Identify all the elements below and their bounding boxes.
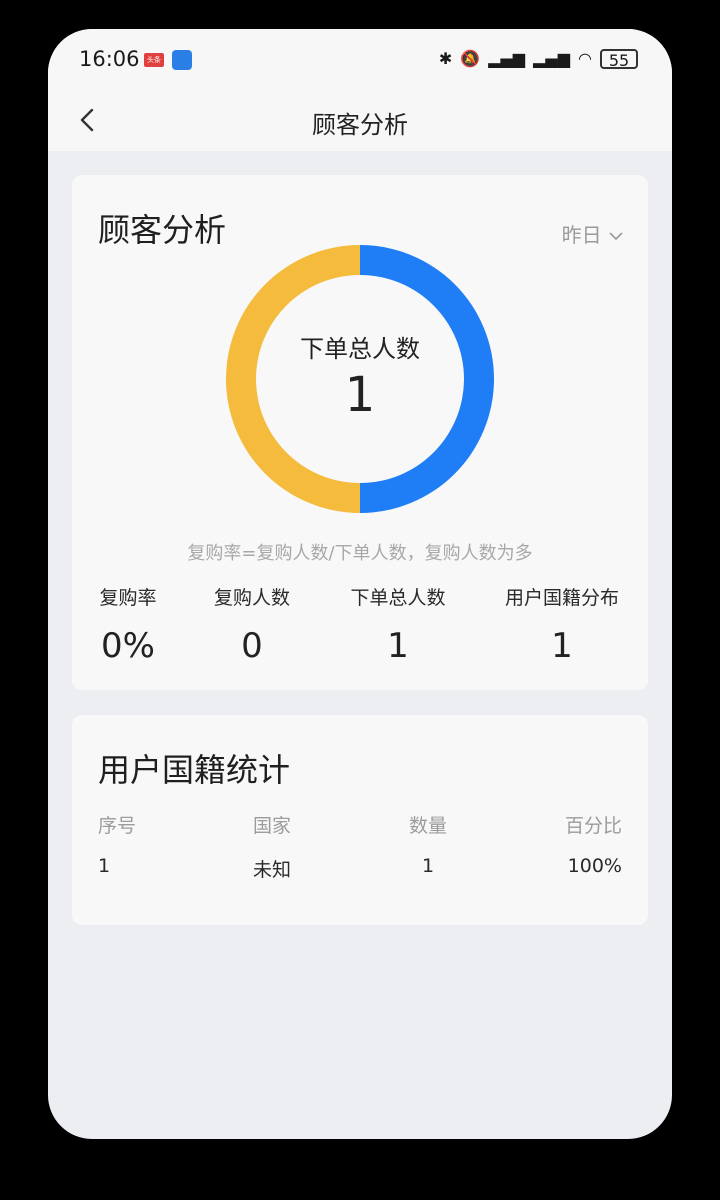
table-row: 1 未知 1 100% — [98, 855, 622, 899]
card-title: 顾客分析 — [98, 211, 227, 249]
metric-label: 复购人数 — [213, 587, 290, 609]
column-header: 数量 — [408, 815, 447, 837]
hd-signal-icon: ▂▄▆ — [533, 49, 571, 68]
metric-repurchase-count: 复购人数 0 — [212, 583, 292, 666]
metric-label: 复购率 — [99, 587, 157, 609]
hd-signal-icon: ▂▄▆ — [488, 49, 526, 68]
mute-icon: 🔕 — [460, 49, 481, 68]
metric-nationality-dist: 用户国籍分布 1 — [502, 583, 622, 666]
column-header: 序号 — [98, 815, 137, 837]
metric-value: 1 — [551, 626, 573, 666]
chevron-down-svg — [609, 232, 623, 241]
metric-label: 下单总人数 — [350, 587, 446, 609]
nationality-card: 用户国籍统计 序号 国家 数量 百分比 1 未知 1 100% — [72, 715, 648, 925]
card-title: 用户国籍统计 — [98, 751, 291, 789]
status-bar: 16:06 头条 ✱ 🔕 ▂▄▆ ▂▄▆ ◠ 55 — [48, 29, 672, 91]
donut-label: 下单总人数 — [300, 335, 420, 363]
app-notification-icon — [172, 50, 192, 70]
column-header: 国家 — [252, 815, 291, 837]
table-cell: 1 — [98, 855, 111, 877]
metric-total-orders: 下单总人数 1 — [348, 583, 448, 666]
column-header: 百分比 — [564, 815, 622, 837]
table-header: 序号 国家 数量 百分比 — [98, 811, 622, 855]
metric-label: 用户国籍分布 — [504, 587, 619, 609]
news-app-icon: 头条 — [144, 53, 164, 67]
metric-repurchase-rate: 复购率 0% — [98, 583, 158, 666]
table-cell: 未知 — [252, 859, 291, 881]
period-selector[interactable]: 昨日 — [562, 219, 624, 248]
chevron-down-icon — [608, 223, 624, 247]
formula-note: 复购率=复购人数/下单人数，复购人数为多 — [187, 543, 533, 564]
donut-value: 1 — [344, 367, 376, 423]
nationality-table: 序号 国家 数量 百分比 1 未知 1 100% — [98, 811, 622, 899]
metrics-row: 复购率 0% 复购人数 0 下单总人数 1 用户国籍分布 1 — [72, 583, 648, 673]
bluetooth-icon: ✱ — [438, 49, 453, 68]
table-cell: 1 — [421, 855, 435, 877]
period-label: 昨日 — [561, 223, 602, 247]
wifi-icon: ◠ — [578, 49, 592, 68]
nav-bar: 顾客分析 — [48, 91, 672, 151]
page-title: 顾客分析 — [312, 111, 408, 139]
phone-screen: 16:06 头条 ✱ 🔕 ▂▄▆ ▂▄▆ ◠ 55 顾客分析 顾客分析 昨日 下… — [48, 29, 672, 1139]
metric-value: 0 — [241, 626, 263, 666]
status-time: 16:06 — [79, 47, 140, 71]
metric-value: 0% — [101, 626, 155, 666]
metric-value: 1 — [387, 626, 409, 666]
customer-analysis-card: 顾客分析 昨日 下单总人数 1 复购率=复购人数/下单人数，复购人数为多 复购率… — [72, 175, 648, 690]
status-icons: ✱ 🔕 ▂▄▆ ▂▄▆ ◠ 55 — [438, 49, 638, 70]
battery-icon: 55 — [600, 49, 638, 70]
table-cell: 100% — [567, 855, 622, 877]
